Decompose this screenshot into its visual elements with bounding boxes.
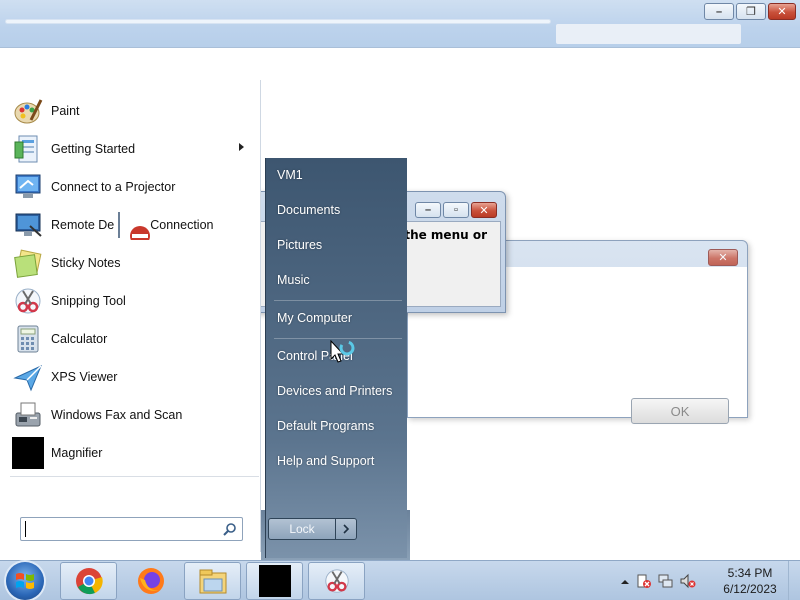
projector-icon (12, 171, 44, 203)
chevron-right-icon (343, 524, 350, 534)
maximize-icon: ▫ (454, 204, 458, 216)
show-hidden-icons-button[interactable] (620, 576, 630, 590)
xps-viewer-icon (12, 361, 44, 393)
volume-muted-icon[interactable] (680, 573, 696, 592)
calculator-icon (12, 323, 44, 355)
chrome-icon (75, 568, 103, 595)
place-devices-printers[interactable]: Devices and Printers (277, 384, 392, 398)
program-label-tail: Connection (150, 218, 214, 232)
taskbar-terminal-button[interactable] (246, 562, 303, 600)
taskbar-chrome-button[interactable] (60, 562, 117, 600)
restore-icon: ❐ (746, 6, 756, 18)
program-xps-viewer[interactable]: XPS Viewer (0, 358, 258, 396)
window-controls: – ❐ ✕ (704, 3, 796, 20)
minimize-button[interactable]: – (704, 3, 734, 20)
action-center-icon[interactable] (636, 573, 652, 592)
close-icon: ✕ (718, 252, 728, 264)
lock-button[interactable]: Lock (268, 518, 336, 540)
program-connect-projector[interactable]: Connect to a Projector (0, 168, 258, 206)
program-label: Calculator (51, 332, 108, 346)
dialog-close-button[interactable]: ✕ (471, 202, 497, 218)
snipping-tool-icon (324, 569, 349, 593)
close-icon: ✕ (479, 204, 489, 217)
system-clock[interactable]: 5:34 PM 6/12/2023 (712, 565, 788, 597)
program-magnifier[interactable]: Magnifier (0, 434, 258, 472)
fax-icon (12, 399, 44, 431)
start-menu-programs: Paint Getting Started Connect to a Proje… (0, 80, 261, 552)
minimize-icon: – (424, 204, 432, 216)
window-field (556, 24, 741, 44)
taskbar-explorer-button[interactable] (184, 562, 241, 600)
taskbar-firefox-button[interactable] (122, 562, 179, 600)
program-label: Windows Fax and Scan (51, 408, 183, 422)
place-default-programs[interactable]: Default Programs (277, 419, 374, 433)
place-my-computer[interactable]: My Computer (277, 311, 352, 325)
chevron-up-icon (621, 579, 629, 584)
network-icon[interactable] (658, 573, 674, 592)
places-separator (274, 338, 402, 339)
getting-started-icon (12, 133, 44, 165)
program-list: Paint Getting Started Connect to a Proje… (0, 92, 258, 472)
program-snipping-tool[interactable]: Snipping Tool (0, 282, 258, 320)
program-getting-started[interactable]: Getting Started (0, 130, 258, 168)
windows-logo-icon (16, 573, 34, 589)
show-desktop-button[interactable] (788, 561, 800, 600)
program-calculator[interactable]: Calculator (0, 320, 258, 358)
places-separator (274, 300, 402, 301)
program-label: Connect to a Projector (51, 180, 176, 194)
shutdown-options-button[interactable] (336, 518, 357, 540)
search-icon[interactable] (223, 522, 237, 539)
dialog-controls: – ▫ ✕ (415, 202, 497, 218)
program-fax-scan[interactable]: Windows Fax and Scan (0, 396, 258, 434)
system-tray (620, 573, 696, 592)
dialog-close: ✕ (708, 249, 738, 266)
magnifier-icon (12, 437, 44, 469)
window-titlebar: – ❐ ✕ (0, 0, 800, 48)
program-sticky-notes[interactable]: Sticky Notes (0, 244, 258, 282)
search-box[interactable] (20, 517, 243, 541)
clock-time: 5:34 PM (727, 566, 773, 580)
program-label: Remote De (51, 218, 115, 232)
explorer-icon (199, 569, 226, 594)
blocked-icon (118, 210, 151, 246)
place-documents[interactable]: Documents (277, 203, 340, 217)
place-vm1[interactable]: VM1 (277, 168, 303, 182)
search-input[interactable] (25, 521, 215, 537)
program-label: XPS Viewer (51, 370, 118, 384)
program-paint[interactable]: Paint (0, 92, 258, 130)
submenu-arrow-icon (239, 143, 244, 151)
sticky-notes-icon (12, 247, 44, 279)
program-remote-desktop[interactable]: Remote De Connection (0, 206, 258, 246)
paint-icon (12, 95, 44, 127)
taskbar-snipping-button[interactable] (308, 562, 365, 600)
start-button[interactable] (6, 562, 44, 600)
program-label: Magnifier (51, 446, 103, 460)
taskbar: 5:34 PM 6/12/2023 (0, 560, 800, 600)
dialog-close-button[interactable]: ✕ (708, 249, 738, 266)
ok-button[interactable]: OK (631, 398, 729, 424)
clock-date: 6/12/2023 (723, 582, 777, 596)
maximize-button[interactable]: ❐ (736, 3, 766, 20)
program-label: Getting Started (51, 142, 136, 156)
close-icon: ✕ (777, 6, 787, 18)
program-label: Snipping Tool (51, 294, 126, 308)
place-pictures[interactable]: Pictures (277, 238, 322, 252)
lock-controls: Lock (268, 518, 357, 540)
program-label: Paint (51, 104, 80, 118)
place-help-support[interactable]: Help and Support (277, 454, 374, 468)
dialog-maximize-button[interactable]: ▫ (443, 202, 469, 218)
place-music[interactable]: Music (277, 273, 310, 287)
minimize-icon: – (715, 5, 723, 18)
programs-separator (10, 476, 259, 477)
dialog-minimize-button[interactable]: – (415, 202, 441, 218)
dialog-message-right: the menu or (404, 228, 487, 242)
remote-desktop-icon (12, 209, 44, 241)
program-label: Sticky Notes (51, 256, 121, 270)
busy-cursor-icon (330, 339, 356, 371)
terminal-icon (258, 565, 291, 597)
close-button[interactable]: ✕ (768, 3, 796, 20)
firefox-icon (137, 568, 164, 594)
progress-bar (6, 20, 550, 23)
snipping-tool-icon (12, 285, 44, 317)
